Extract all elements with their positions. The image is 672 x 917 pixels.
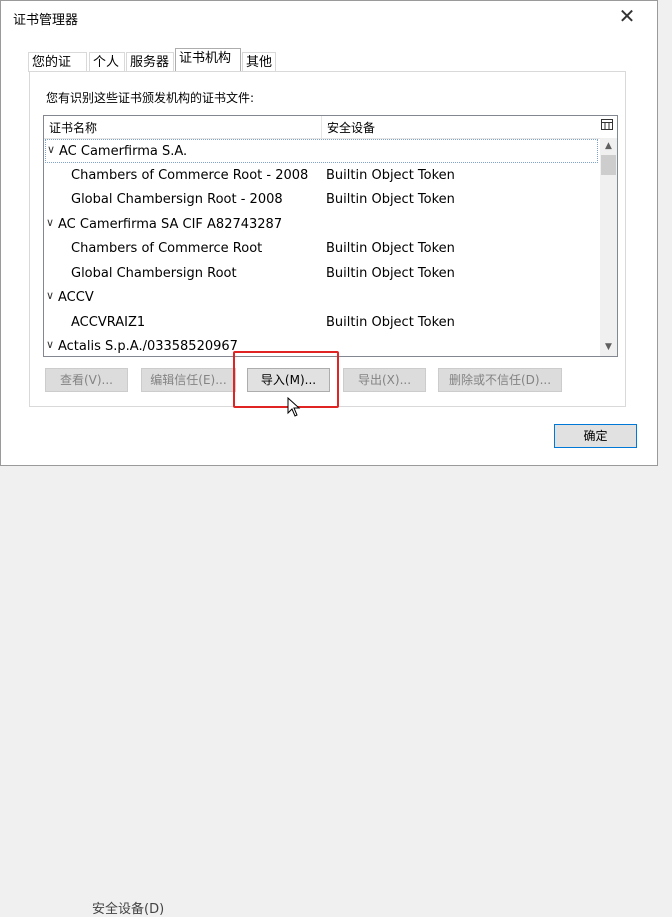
cert-name: Chambers of Commerce Root - 2008 bbox=[71, 168, 309, 183]
column-header-name[interactable]: 证书名称 bbox=[49, 119, 97, 136]
cert-device: Builtin Object Token bbox=[326, 192, 455, 207]
group-name: Actalis S.p.A./03358520967 bbox=[58, 339, 238, 354]
tab-your-certs[interactable]: 您的证书 bbox=[28, 52, 87, 89]
group-name: ACCV bbox=[58, 290, 94, 305]
group-name: AC Camerfirma S.A. bbox=[59, 144, 188, 159]
tab-servers[interactable]: 服务器 bbox=[126, 52, 174, 72]
tree-cert-row[interactable]: Global Chambersign Root - 2008 Builtin O… bbox=[45, 188, 598, 212]
annotation-highlight-box bbox=[233, 351, 339, 408]
close-icon[interactable]: ✕ bbox=[615, 4, 639, 28]
vertical-scrollbar[interactable]: ▲ ▼ bbox=[600, 138, 617, 356]
mouse-cursor-icon bbox=[287, 396, 301, 417]
edit-trust-button[interactable]: 编辑信任(E)... bbox=[141, 368, 236, 392]
group-name: AC Camerfirma SA CIF A82743287 bbox=[58, 217, 283, 232]
scroll-down-icon[interactable]: ▼ bbox=[600, 339, 617, 356]
tree-group-row[interactable]: ∨ ACCV bbox=[45, 286, 598, 310]
tree-cert-row[interactable]: Chambers of Commerce Root - 2008 Builtin… bbox=[45, 164, 598, 188]
background-bottom-label: 安全设备(D) bbox=[92, 902, 165, 917]
list-header: 证书名称 安全设备 bbox=[44, 116, 617, 139]
tab-others[interactable]: 其他 bbox=[242, 52, 276, 72]
tab-personal[interactable]: 个人 bbox=[89, 52, 125, 72]
ok-button[interactable]: 确定 bbox=[554, 424, 637, 448]
cert-device: Builtin Object Token bbox=[326, 241, 455, 256]
chevron-down-icon[interactable]: ∨ bbox=[46, 216, 54, 229]
export-button[interactable]: 导出(X)... bbox=[343, 368, 426, 392]
column-picker-icon[interactable] bbox=[600, 119, 614, 133]
tree-group-row[interactable]: ∨ AC Camerfirma SA CIF A82743287 bbox=[45, 213, 598, 237]
cert-device: Builtin Object Token bbox=[326, 315, 455, 330]
tree-group-row[interactable]: ∨ AC Camerfirma S.A. bbox=[45, 139, 598, 163]
cert-name: Global Chambersign Root bbox=[71, 266, 237, 281]
chevron-down-icon[interactable]: ∨ bbox=[46, 289, 54, 302]
scroll-up-icon[interactable]: ▲ bbox=[600, 138, 617, 155]
column-divider[interactable] bbox=[321, 116, 322, 138]
cert-device: Builtin Object Token bbox=[326, 168, 455, 183]
delete-or-distrust-button[interactable]: 删除或不信任(D)... bbox=[438, 368, 562, 392]
cert-name: Chambers of Commerce Root bbox=[71, 241, 263, 256]
cert-name: Global Chambersign Root - 2008 bbox=[71, 192, 283, 207]
cert-name: ACCVRAIZ1 bbox=[71, 315, 146, 330]
tree-cert-row[interactable]: ACCVRAIZ1 Builtin Object Token bbox=[45, 311, 598, 335]
tree-cert-row[interactable]: Global Chambersign Root Builtin Object T… bbox=[45, 262, 598, 286]
certificate-tree[interactable]: 证书名称 安全设备 ∨ AC Camerfirma S.A. Chambers … bbox=[43, 115, 618, 357]
chevron-down-icon[interactable]: ∨ bbox=[46, 338, 54, 351]
dialog-title: 证书管理器 bbox=[13, 13, 79, 28]
view-button[interactable]: 查看(V)... bbox=[45, 368, 128, 392]
chevron-down-icon[interactable]: ∨ bbox=[47, 143, 55, 156]
column-header-device[interactable]: 安全设备 bbox=[327, 119, 375, 136]
cert-device: Builtin Object Token bbox=[326, 266, 455, 281]
scrollbar-thumb[interactable] bbox=[601, 155, 616, 175]
panel-description: 您有识别这些证书颁发机构的证书文件: bbox=[46, 91, 255, 105]
tab-authorities[interactable]: 证书机构 bbox=[175, 48, 241, 71]
tree-cert-row[interactable]: Chambers of Commerce Root Builtin Object… bbox=[45, 237, 598, 261]
